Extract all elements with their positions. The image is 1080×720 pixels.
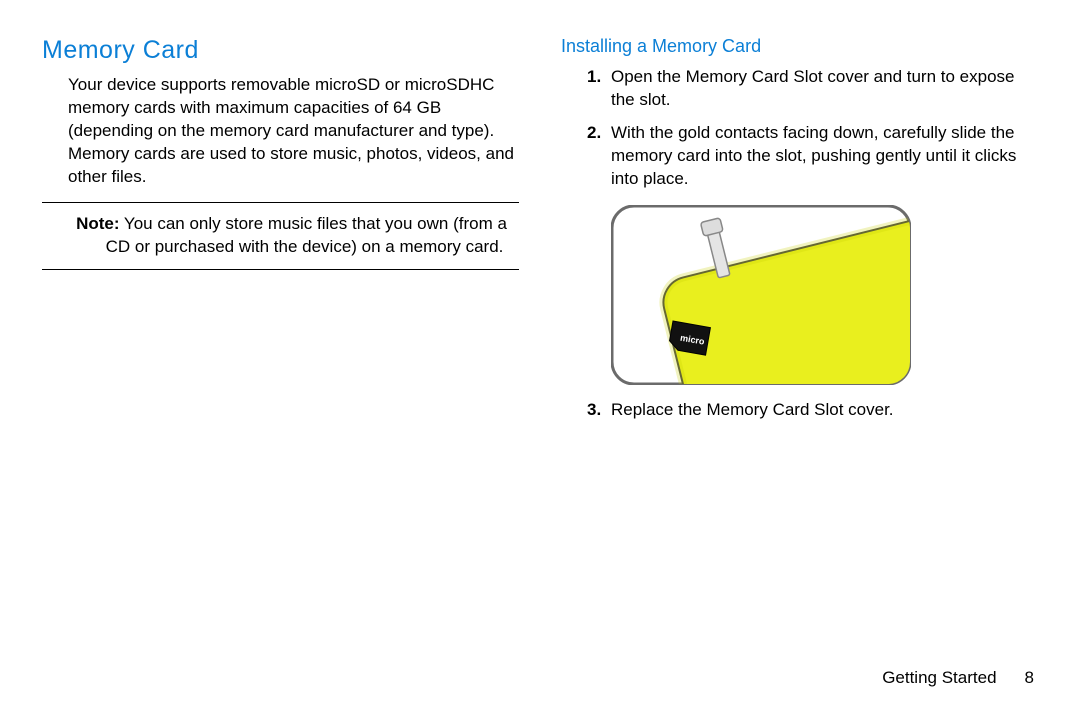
divider-bottom (42, 269, 519, 270)
step-text: With the gold contacts facing down, care… (611, 123, 1016, 188)
intro-paragraph: Your device supports removable microSD o… (42, 74, 519, 189)
note-paragraph: Note: You can only store music files tha… (68, 213, 519, 259)
step-text: Open the Memory Card Slot cover and turn… (611, 67, 1014, 109)
memory-card-illustration: micro (611, 205, 911, 385)
footer-page-number: 8 (1025, 668, 1034, 687)
divider-top (42, 202, 519, 203)
note-text: You can only store music files that you … (106, 214, 507, 256)
step-number: 2. (587, 122, 601, 145)
section-heading: Memory Card (42, 34, 519, 68)
subsection-heading: Installing a Memory Card (561, 34, 1038, 58)
step-number: 3. (587, 399, 601, 422)
step-text: Replace the Memory Card Slot cover. (611, 400, 894, 419)
page-footer: Getting Started 8 (882, 667, 1034, 690)
step-item: 3. Replace the Memory Card Slot cover. (587, 399, 1038, 422)
step-item: 1. Open the Memory Card Slot cover and t… (587, 66, 1038, 112)
step-number: 1. (587, 66, 601, 89)
footer-section: Getting Started (882, 668, 996, 687)
steps-list-cont: 3. Replace the Memory Card Slot cover. (561, 399, 1038, 422)
steps-list: 1. Open the Memory Card Slot cover and t… (561, 66, 1038, 191)
left-column: Memory Card Your device supports removab… (42, 34, 519, 432)
note-label: Note: (76, 214, 119, 233)
step-item: 2. With the gold contacts facing down, c… (587, 122, 1038, 191)
right-column: Installing a Memory Card 1. Open the Mem… (561, 34, 1038, 432)
